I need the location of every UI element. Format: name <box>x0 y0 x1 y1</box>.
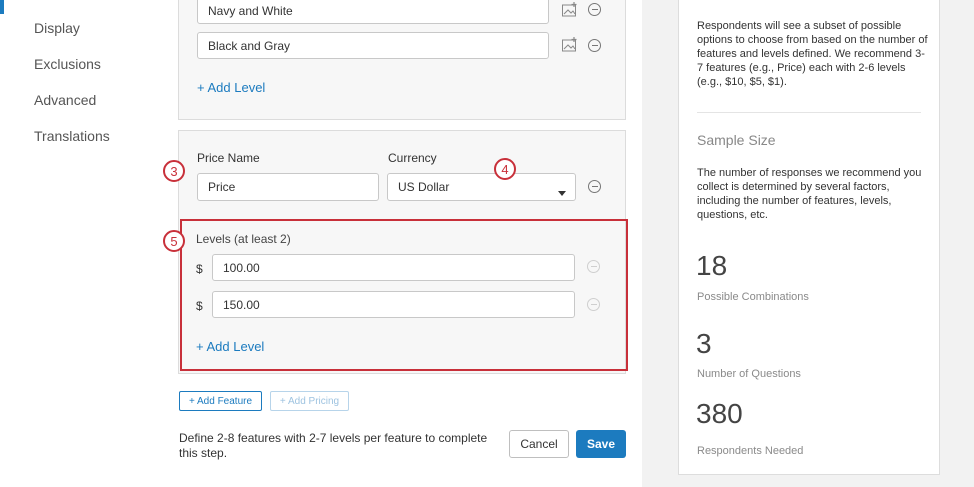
level-input[interactable]: Navy and White <box>197 0 549 24</box>
respondents-value: 380 <box>696 398 743 429</box>
sample-size-title: Sample Size <box>697 132 776 148</box>
add-pricing-button[interactable]: + Add Pricing <box>270 391 349 411</box>
remove-level-icon[interactable] <box>588 3 601 16</box>
save-button[interactable]: Save <box>576 430 626 458</box>
price-name-label: Price Name <box>197 151 260 165</box>
price-name-value: Price <box>208 180 236 194</box>
callout-4: 4 <box>494 158 516 180</box>
currency-value: US Dollar <box>398 180 450 194</box>
add-image-icon[interactable] <box>561 37 578 57</box>
callout-3: 3 <box>163 160 185 182</box>
level-value: Black and Gray <box>208 38 291 53</box>
nav-item-exclusions[interactable]: Exclusions <box>34 56 101 72</box>
callout-5: 5 <box>163 230 185 252</box>
level-value: Navy and White <box>208 3 293 18</box>
sample-size-text: The number of responses we recommend you… <box>697 167 922 221</box>
remove-price-icon[interactable] <box>588 180 601 193</box>
features-guidance-text: Respondents will see a subset of possibl… <box>697 20 928 88</box>
nav-item-advanced[interactable]: Advanced <box>34 92 96 108</box>
step-hint: Define 2-8 features with 2-7 levels per … <box>179 431 488 460</box>
currency-label: Currency <box>388 151 437 165</box>
questions-value: 3 <box>696 328 712 359</box>
nav-active-indicator <box>0 0 4 14</box>
currency-select[interactable]: US Dollar <box>387 173 576 201</box>
remove-level-icon[interactable] <box>588 39 601 52</box>
add-level-link[interactable]: + Add Level <box>197 80 265 95</box>
level-input[interactable]: Black and Gray <box>197 32 549 59</box>
combinations-label: Possible Combinations <box>697 291 809 303</box>
nav-item-translations[interactable]: Translations <box>34 128 110 144</box>
cancel-button[interactable]: Cancel <box>509 430 569 458</box>
add-image-icon[interactable] <box>561 2 578 22</box>
questions-label: Number of Questions <box>697 368 801 380</box>
highlight-box <box>180 219 628 371</box>
add-feature-button[interactable]: + Add Feature <box>179 391 262 411</box>
price-name-input[interactable]: Price <box>197 173 379 201</box>
chevron-down-icon <box>558 185 566 199</box>
respondents-label: Respondents Needed <box>697 445 804 457</box>
combinations-value: 18 <box>696 250 728 281</box>
nav-item-display[interactable]: Display <box>34 20 80 36</box>
divider <box>697 112 921 113</box>
